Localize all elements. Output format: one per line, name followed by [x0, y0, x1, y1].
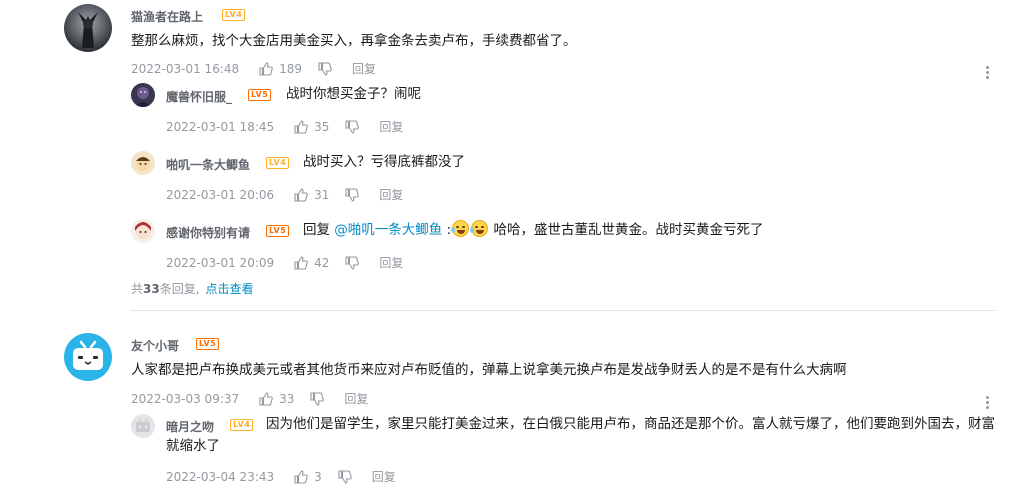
thumbs-down-icon [345, 119, 360, 134]
default-avatar-icon [131, 414, 155, 438]
thumbs-up-icon [294, 469, 308, 484]
reply-button[interactable]: 回复 [344, 390, 368, 407]
reply-body: 哈哈，盛世古董乱世黄金。战时买黄金亏死了 [493, 222, 764, 238]
summary-prefix: 共 [131, 282, 144, 296]
comment-text: 整那么麻烦，找个大金店用美金买入，再拿金条去卖卢布，手续费都省了。 [131, 33, 577, 49]
level-badge: LV5 [266, 225, 290, 237]
thumbs-up-icon [259, 61, 273, 76]
thumbs-down-icon [310, 391, 325, 406]
timestamp: 2022-03-04 23:43 [166, 469, 275, 484]
reply-meta: 2022-03-01 20:09 42 回复 [166, 254, 403, 271]
summary-suffix: 条回复, [159, 282, 200, 296]
thumbs-up-icon [294, 187, 308, 202]
reply-button[interactable]: 回复 [379, 118, 403, 135]
timestamp: 2022-03-03 09:37 [131, 391, 240, 406]
level-badge: LV4 [222, 9, 246, 21]
replies-summary: 共33条回复, 点击查看 [131, 280, 254, 297]
avatar-image [64, 4, 112, 52]
divider [130, 310, 996, 311]
avatar[interactable] [131, 414, 155, 438]
dislike-button[interactable] [345, 119, 360, 134]
reply-meta: 2022-03-01 18:45 35 回复 [166, 118, 403, 135]
thumbs-up-icon [259, 391, 273, 406]
avatar-image [131, 83, 155, 107]
timestamp: 2022-03-01 20:09 [166, 255, 275, 270]
like-button[interactable]: 42 [294, 256, 329, 270]
username[interactable]: 友个小哥 [131, 337, 179, 354]
reply-meta: 2022-03-01 20:06 31 回复 [166, 186, 403, 203]
level-badge: LV5 [196, 338, 220, 350]
thumbs-down-icon [345, 255, 360, 270]
username[interactable]: 猫渔者在路上 [131, 8, 203, 25]
username[interactable]: 感谢你特别有请 [166, 224, 250, 241]
avatar[interactable] [131, 83, 155, 107]
thumbs-up-icon [294, 119, 308, 134]
timestamp: 2022-03-01 20:06 [166, 187, 275, 202]
reply-text: 因为他们是留学生，家里只能打美金过来，在白俄只能用卢布，商品还是那个价。富人就亏… [166, 416, 995, 454]
avatar[interactable] [64, 333, 112, 381]
like-count: 35 [314, 119, 330, 134]
like-button[interactable]: 35 [294, 120, 329, 134]
reply-text: 战时买入？亏得底裤都没了 [303, 154, 465, 170]
dislike-button[interactable] [345, 255, 360, 270]
more-vertical-icon[interactable] [986, 66, 990, 79]
level-badge: LV4 [266, 157, 290, 169]
like-button[interactable]: 33 [259, 392, 294, 406]
reply-button[interactable]: 回复 [379, 186, 403, 203]
view-all-replies-link[interactable]: 点击查看 [206, 282, 254, 296]
thumbs-down-icon [338, 469, 352, 484]
thumbs-down-icon [345, 187, 360, 202]
level-badge: LV5 [248, 89, 272, 101]
username[interactable]: 魔兽怀旧服_ [166, 88, 232, 105]
reply-text: 战时你想买金子？闹呢 [286, 86, 421, 102]
reply-prefix: 回复 [303, 222, 330, 238]
laugh-cry-emoji-icon [470, 220, 489, 237]
laugh-cry-emoji-icon [451, 220, 470, 237]
dislike-button[interactable] [338, 469, 352, 484]
bilibili-tv-avatar-icon [64, 333, 112, 381]
like-button[interactable]: 3 [294, 470, 322, 484]
avatar[interactable] [64, 4, 112, 52]
reply-count: 33 [143, 282, 160, 296]
reply-button[interactable]: 回复 [379, 254, 403, 271]
like-button[interactable]: 31 [294, 188, 329, 202]
more-vertical-icon[interactable] [986, 396, 990, 409]
timestamp: 2022-03-01 16:48 [131, 61, 240, 76]
like-count: 3 [314, 469, 322, 484]
username[interactable]: 啪叽一条大鲫鱼 [166, 156, 250, 173]
avatar-image [131, 219, 155, 243]
avatar[interactable] [131, 151, 155, 175]
reply-button[interactable]: 回复 [372, 468, 396, 485]
dislike-button[interactable] [310, 391, 325, 406]
avatar[interactable] [131, 219, 155, 243]
avatar-image [131, 151, 155, 175]
comment-text: 人家都是把卢布换成美元或者其他货币来应对卢布贬值的，弹幕上说拿美元换卢布是发战争… [131, 362, 847, 378]
comment-meta: 2022-03-01 16:48 189 回复 [131, 60, 376, 77]
like-count: 42 [314, 255, 330, 270]
dislike-button[interactable] [345, 187, 360, 202]
dislike-button[interactable] [318, 61, 332, 76]
thumbs-up-icon [294, 255, 308, 270]
reply-text: 回复 @啪叽一条大鲫鱼 : 哈哈，盛世古董乱世黄金。战时买黄金亏死了 [303, 220, 763, 240]
mention-link[interactable]: @啪叽一条大鲫鱼 [334, 222, 442, 238]
like-count: 31 [314, 187, 330, 202]
like-button[interactable]: 189 [259, 62, 302, 76]
like-count: 189 [279, 61, 303, 76]
thumbs-down-icon [318, 61, 332, 76]
reply-meta: 2022-03-04 23:43 3 回复 [166, 468, 396, 485]
like-count: 33 [279, 391, 295, 406]
timestamp: 2022-03-01 18:45 [166, 119, 275, 134]
comment-meta: 2022-03-03 09:37 33 回复 [131, 390, 368, 407]
reply-button[interactable]: 回复 [352, 60, 376, 77]
